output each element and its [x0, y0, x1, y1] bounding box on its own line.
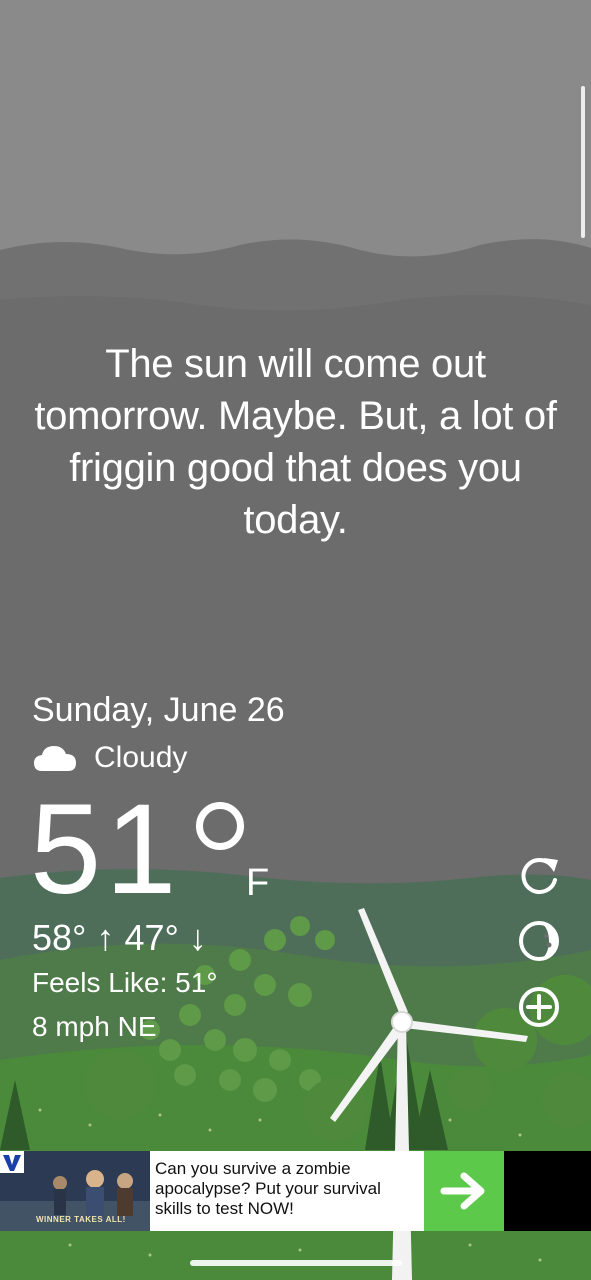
refresh-icon[interactable]: [516, 852, 562, 898]
ad-image-caption: WINNER TAKES ALL!: [36, 1215, 126, 1224]
feels-like: Feels Like: 51°: [32, 967, 218, 998]
condition-row: Cloudy: [32, 738, 187, 778]
high-low-temperature: 58° ↑ 47° ↓: [32, 917, 207, 958]
ad-text[interactable]: Can you survive a zombie apocalypse? Put…: [150, 1151, 424, 1231]
add-location-icon[interactable]: [516, 984, 562, 1030]
landscape-scene: [0, 239, 591, 1280]
condition-label: Cloudy: [94, 741, 188, 774]
ad-filler: [504, 1151, 591, 1231]
ad-cta-button[interactable]: [424, 1151, 504, 1231]
ad-banner[interactable]: WINNER TAKES ALL! Can you survive a zomb…: [0, 1151, 591, 1231]
wind-speed: 8 mph NE: [32, 1011, 157, 1042]
arrow-right-icon: [440, 1172, 485, 1210]
scrollbar[interactable]: [581, 86, 585, 238]
temperature-unit[interactable]: F: [246, 860, 269, 906]
moon-phase-icon[interactable]: [516, 918, 562, 964]
degree-symbol: [196, 802, 244, 850]
weather-quote: The sun will come out tomorrow. Maybe. B…: [34, 342, 557, 542]
home-indicator[interactable]: [190, 1260, 402, 1266]
current-temperature: 51: [30, 778, 181, 921]
ad-image[interactable]: WINNER TAKES ALL!: [0, 1151, 150, 1231]
cloud-icon: [34, 746, 76, 771]
forecast-date: Sunday, June 26: [32, 691, 285, 729]
